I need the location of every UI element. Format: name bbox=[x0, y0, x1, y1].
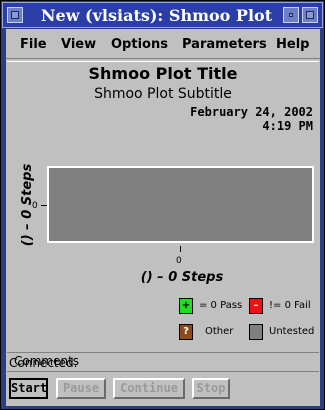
menu-parameters[interactable]: Parameters bbox=[182, 37, 267, 53]
maximize-icon[interactable] bbox=[302, 7, 318, 23]
title-bar[interactable]: New (vlsiats): Shmoo Plot bbox=[2, 2, 323, 28]
menu-file[interactable]: File bbox=[20, 37, 47, 53]
plot-subtitle: Shmoo Plot Subtitle bbox=[94, 86, 232, 102]
status-text: Connected. bbox=[9, 356, 78, 370]
status-bar: Connected. bbox=[7, 352, 319, 372]
menu-options[interactable]: Options bbox=[111, 37, 168, 53]
untested-icon bbox=[249, 324, 263, 340]
y-tick-label: 0 bbox=[32, 201, 38, 211]
x-tick-label: 0 bbox=[176, 256, 182, 266]
x-axis-label: () – 0 Steps bbox=[140, 270, 224, 285]
pass-icon: + bbox=[179, 298, 193, 314]
menu-view[interactable]: View bbox=[61, 37, 96, 53]
pause-button[interactable]: Pause bbox=[56, 378, 106, 399]
menu-help[interactable]: Help bbox=[276, 37, 309, 53]
shmoo-plot-area: Shmoo Plot Title Shmoo Plot Subtitle Feb… bbox=[7, 61, 319, 384]
stop-button[interactable]: Stop bbox=[192, 378, 230, 399]
plot-time: 4:19 PM bbox=[262, 119, 313, 133]
y-tick-mark bbox=[41, 205, 47, 206]
legend-pass-label: = 0 Pass bbox=[199, 300, 243, 311]
minimize-icon[interactable] bbox=[283, 7, 299, 23]
plot-title: Shmoo Plot Title bbox=[88, 64, 238, 83]
button-bar: Start Pause Continue Stop bbox=[6, 373, 320, 406]
menu-bar: File View Options Parameters Help bbox=[6, 29, 320, 59]
continue-button[interactable]: Continue bbox=[113, 378, 185, 399]
shmoo-grid[interactable] bbox=[47, 166, 314, 243]
start-button[interactable]: Start bbox=[9, 378, 48, 399]
window-menu-icon[interactable] bbox=[7, 7, 23, 23]
legend-fail-label: != 0 Fail bbox=[269, 300, 311, 311]
x-tick-mark bbox=[180, 246, 181, 252]
plot-date: February 24, 2002 bbox=[190, 105, 313, 119]
client-area: File View Options Parameters Help Shmoo … bbox=[6, 29, 320, 406]
fail-icon: – bbox=[249, 298, 263, 314]
legend-other-label: Other bbox=[205, 326, 234, 337]
app-window: New (vlsiats): Shmoo Plot File View Opti… bbox=[0, 0, 325, 410]
legend-untested-label: Untested bbox=[269, 326, 315, 337]
window-title: New (vlsiats): Shmoo Plot bbox=[40, 6, 273, 25]
other-icon: ? bbox=[179, 324, 193, 340]
